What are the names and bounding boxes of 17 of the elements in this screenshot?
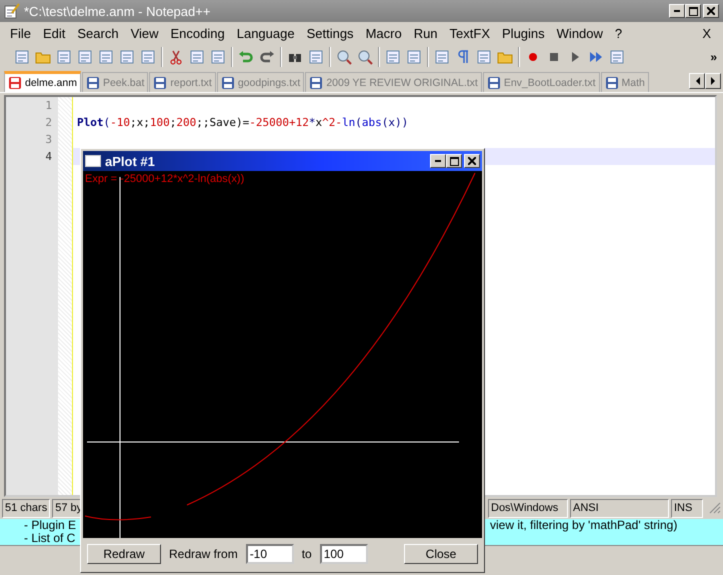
status-field: Dos\Windows	[488, 498, 568, 518]
document-text: view it, filtering by 'mathPad' string)	[490, 519, 678, 534]
document-text: - Plugin E	[24, 519, 78, 532]
line-number: 3	[44, 132, 52, 148]
line-number: 2	[44, 115, 52, 131]
expression-label: Expr = -25000+12*x^2-ln(abs(x))	[85, 173, 244, 185]
line-number: 1	[44, 98, 52, 114]
window-title: *C:\test\delme.anm - Notepad++	[24, 4, 212, 18]
status-field: INS	[671, 498, 703, 518]
window-title: aPlot #1	[105, 154, 156, 168]
to-label: to	[302, 547, 312, 561]
document-text: - List of C	[24, 532, 76, 545]
line-number: 4	[44, 149, 52, 165]
code-line: Plot(-10;x;100;200;;Save)=-25000+12*x^2-ln(abs(x))	[76, 115, 410, 131]
status-field: ANSI	[570, 498, 669, 518]
range-label: Redraw from	[169, 547, 238, 561]
status-field: 51 chars	[2, 498, 50, 518]
